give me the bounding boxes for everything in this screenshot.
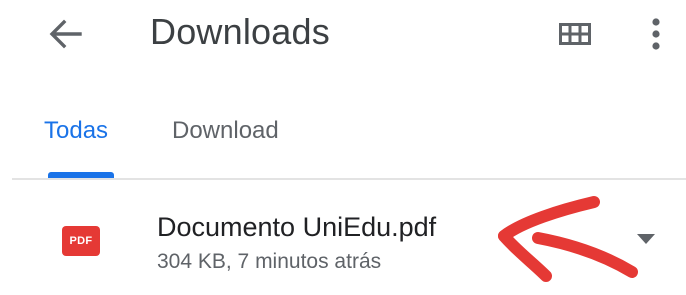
file-name: Documento UniEdu.pdf (157, 212, 437, 242)
grid-view-button[interactable] (553, 14, 597, 54)
tab-bar: Todas Download (0, 100, 686, 180)
tab-todas[interactable]: Todas (44, 116, 108, 146)
tab-divider (12, 178, 686, 180)
list-item[interactable]: PDF Documento UniEdu.pdf 304 KB, 7 minut… (0, 188, 686, 295)
page-title: Downloads (150, 11, 330, 52)
arrow-drop-down-icon (637, 234, 655, 244)
expand-button[interactable] (626, 224, 666, 254)
downloads-screen: Downloads Todas Download PDF Documento U… (0, 0, 686, 295)
tab-download[interactable]: Download (172, 116, 279, 146)
grid-view-icon (559, 23, 591, 45)
pdf-file-icon: PDF (62, 226, 100, 256)
app-bar: Downloads (0, 0, 686, 70)
back-button[interactable] (44, 14, 88, 54)
arrow-back-icon (49, 19, 82, 49)
more-options-button[interactable] (634, 14, 678, 54)
file-meta: 304 KB, 7 minutos atrás (157, 250, 382, 273)
more-vert-icon (652, 18, 660, 50)
